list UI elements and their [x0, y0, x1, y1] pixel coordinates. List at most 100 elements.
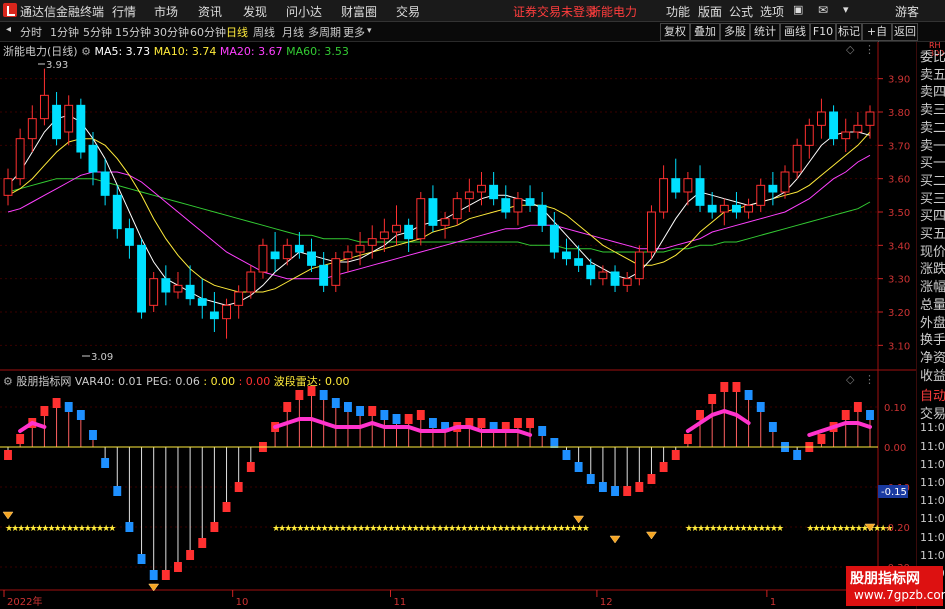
indicator-block — [40, 406, 49, 416]
menu-item-options[interactable]: 选项 — [760, 3, 784, 20]
period-tab-30min[interactable]: 30分钟 — [153, 24, 189, 40]
candle-down — [428, 198, 438, 226]
indicator-settings-icon[interactable]: ⚙ — [3, 375, 13, 388]
price-tick-label: 3.70 — [888, 141, 910, 152]
candle-up — [464, 191, 474, 200]
mark-button[interactable]: 标记 — [836, 23, 862, 41]
statistics-button[interactable]: 统计 — [750, 23, 780, 41]
back-button[interactable]: 返回 — [892, 23, 918, 41]
indicator-block — [368, 406, 377, 416]
tick-time: 11:01 — [920, 421, 945, 435]
period-tab-60min[interactable]: 60分钟 — [190, 24, 226, 40]
indicator-option-icon[interactable]: ◇ — [846, 373, 854, 386]
high-price-label: 3.93 — [46, 60, 68, 71]
ma10-label: MA10: 3.74 — [153, 45, 217, 58]
pane-menu-icon[interactable]: ⋮ — [864, 43, 875, 56]
period-tab-more[interactable]: 更多 — [343, 24, 365, 40]
menu-item-trade[interactable]: 交易 — [396, 3, 420, 20]
indicator-tick-label: 0.00 — [884, 443, 906, 454]
candle-up — [367, 238, 377, 246]
menu-item-wealth[interactable]: 财富圈 — [341, 3, 377, 20]
indicator-block — [623, 486, 632, 496]
add-watchlist-button[interactable]: +自选 — [862, 23, 892, 54]
indicator-block — [404, 414, 413, 424]
menu-item-layout[interactable]: 版面 — [698, 3, 722, 20]
indicator-block — [210, 522, 219, 532]
indicator-legend: ⚙ 股朋指标网 VAR40: 0.01 PEG: 0.06 : 0.00 : 0… — [3, 373, 349, 389]
indicator-marker-label: -0.15 — [881, 487, 907, 498]
indicator-menu-icon[interactable]: ⋮ — [864, 373, 875, 386]
candle-down — [161, 278, 171, 293]
star-signal: ★ — [108, 524, 116, 534]
menu-item-market[interactable]: 市场 — [154, 3, 178, 20]
auto-trade-label[interactable]: 自动 — [920, 385, 945, 404]
indicator-block — [283, 402, 292, 412]
ma60-label: MA60: 3.53 — [286, 45, 349, 58]
quote-field-label: 净资 — [920, 350, 945, 366]
adjust-button[interactable]: 复权 — [660, 23, 690, 41]
candle-down — [707, 204, 717, 213]
indicator-block — [598, 482, 607, 492]
login-notice[interactable]: 证券交易未登录 — [513, 3, 597, 20]
candle-down — [88, 144, 98, 173]
kline-chart[interactable]: ★★★★★★★★★★★★★★★★★★ ★★★★★★★★★★★★★★★★★★★★★★… — [0, 42, 916, 609]
multi-stock-button[interactable]: 多股 — [720, 23, 750, 41]
menu-bar: 通达信金融终端 行情 市场 资讯 发现 问小达 财富圈 交易 证券交易未登录 浙… — [0, 0, 945, 22]
indicator-block — [477, 418, 486, 428]
mail-icon[interactable]: ✉ — [818, 3, 828, 17]
indicator-block — [428, 418, 437, 428]
menu-item-function[interactable]: 功能 — [666, 3, 690, 20]
indicator-block — [635, 482, 644, 492]
period-tab-intraday[interactable]: 分时 — [20, 24, 42, 40]
candle-up — [477, 184, 486, 193]
candle-down — [404, 224, 414, 240]
menu-item-discover[interactable]: 发现 — [243, 3, 267, 20]
candle-up — [282, 244, 292, 260]
period-tab-daily[interactable]: 日线 — [226, 24, 248, 40]
indicator-block — [234, 482, 243, 492]
indicator-block — [356, 406, 365, 416]
period-tab-15min[interactable]: 15分钟 — [115, 24, 151, 40]
app-logo-icon — [3, 3, 17, 17]
indicator-block — [149, 570, 158, 580]
quote-field-label: 买四 — [920, 209, 945, 225]
indicator-block — [198, 538, 207, 548]
menu-item-formula[interactable]: 公式 — [729, 3, 753, 20]
candle-up — [719, 204, 729, 213]
indicator-block — [89, 430, 97, 440]
quote-field-label: 收益 — [920, 368, 945, 384]
candle-down — [537, 204, 547, 226]
auto-trade-label[interactable]: 交易 — [920, 403, 945, 422]
indicator-block — [52, 398, 61, 408]
guest-label[interactable]: 游客 — [895, 3, 919, 20]
price-tick-label: 3.40 — [888, 241, 910, 252]
candle-down — [52, 104, 62, 140]
dropdown-icon[interactable]: ▾ — [843, 3, 849, 16]
menu-item-quotes[interactable]: 行情 — [112, 3, 136, 20]
candle-down — [671, 178, 681, 193]
period-tab-1min[interactable]: 1分钟 — [50, 24, 79, 40]
stock-name-header: 浙能电力 — [589, 5, 638, 19]
pane-option-icon[interactable]: ◇ — [846, 43, 854, 56]
overlay-button[interactable]: 叠加 — [690, 23, 720, 41]
collapse-icon[interactable]: ◂ — [6, 24, 11, 35]
indicator-tick-label: -0.20 — [884, 523, 910, 534]
settings-icon[interactable]: ⚙ — [81, 45, 91, 58]
period-tab-monthly[interactable]: 月线 — [282, 24, 304, 40]
period-tab-5min[interactable]: 5分钟 — [83, 24, 112, 40]
menu-item-assistant[interactable]: 问小达 — [286, 3, 322, 20]
tick-time: 11:02 — [920, 548, 945, 562]
price-tick-label: 3.20 — [888, 308, 910, 319]
candle-up — [598, 271, 608, 280]
window-icon[interactable]: ▣ — [793, 3, 803, 16]
more-chevron-icon[interactable]: ▾ — [367, 26, 372, 36]
draw-line-button[interactable]: 画线 — [780, 23, 810, 41]
period-tab-multi[interactable]: 多周期 — [308, 24, 341, 40]
f10-button[interactable]: F10 — [810, 23, 836, 41]
candle-up — [355, 244, 365, 253]
indicator-block — [331, 398, 340, 408]
period-tab-weekly[interactable]: 周线 — [253, 24, 275, 40]
candle-down — [549, 224, 559, 253]
candle-down — [489, 184, 499, 200]
menu-item-news[interactable]: 资讯 — [198, 3, 222, 20]
